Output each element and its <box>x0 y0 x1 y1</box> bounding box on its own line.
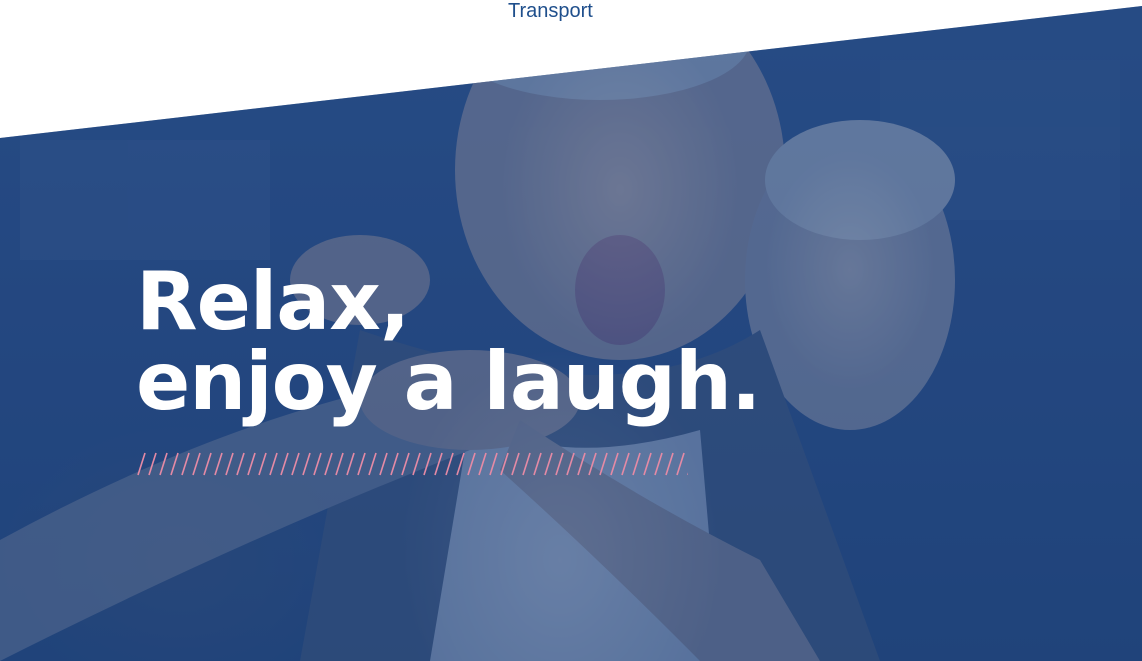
page: Transport Relax, enjoy a laugh. <box>0 0 1142 661</box>
hero-headline-line-2: enjoy a laugh. <box>136 335 761 428</box>
nav-link-transport[interactable]: Transport <box>508 0 593 24</box>
hatched-divider <box>136 452 688 476</box>
hero-headline: Relax, enjoy a laugh. <box>136 255 761 428</box>
hero-headline-line-1: Relax, <box>136 255 410 348</box>
